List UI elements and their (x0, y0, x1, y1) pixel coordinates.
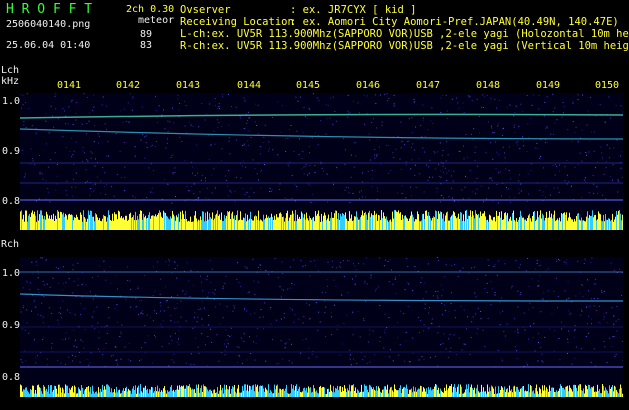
lch-ytick-1: 1.0 (2, 96, 21, 107)
rch-ytick-3: 0.8 (2, 372, 21, 383)
lch-label: Lch (1, 65, 20, 76)
event-type-label: meteor (138, 15, 175, 26)
observer-value: : ex. JR7CYX [ kid ] (290, 4, 417, 16)
carrier-line (20, 128, 623, 140)
location-label: Receiving Location (180, 16, 294, 28)
time-tick: 0147 (416, 80, 441, 91)
app-title: H R O F F T (6, 2, 93, 17)
observer-label: Ovserver (180, 4, 231, 16)
time-tick: 0143 (176, 80, 201, 91)
time-tick: 0148 (476, 80, 501, 91)
hroff-display: H R O F F T 2ch 0.30 meteor 2506040140.p… (0, 0, 629, 410)
time-tick: 0142 (116, 80, 141, 91)
rch-info: R-ch:ex. UV5R 113.900Mhz(SAPPORO VOR)USB… (180, 40, 629, 52)
amplitude-bars (20, 384, 623, 397)
filename-label: 2506040140.png (6, 19, 91, 30)
time-tick: 0149 (536, 80, 561, 91)
lch-unit-label: kHz (1, 76, 20, 87)
rch-ytick-2: 0.9 (2, 320, 21, 331)
noise-layer (20, 257, 623, 368)
carrier-line (20, 293, 623, 302)
amplitude-bars (20, 210, 623, 230)
time-tick: 0150 (595, 80, 620, 91)
mode-label: 2ch 0.30 (126, 4, 175, 15)
time-tick: 0144 (237, 80, 262, 91)
rch-label: Rch (1, 239, 20, 250)
rch-spectrogram (20, 257, 623, 397)
lch-info: L-ch:ex. UV5R 113.900Mhz(SAPPORO VOR)USB… (180, 28, 629, 40)
rch-spectrogram-canvas (20, 257, 623, 397)
datetime-label: 25.06.04 01:40 (6, 40, 91, 51)
time-tick: 0146 (356, 80, 381, 91)
lch-spectrogram (20, 93, 623, 230)
location-value: : ex. Aomori City Aomori-Pref.JAPAN(40.4… (290, 16, 619, 28)
lch-spectrogram-canvas (20, 93, 623, 230)
rch-ytick-1: 1.0 (2, 268, 21, 279)
time-tick: 0141 (57, 80, 82, 91)
lch-count: 89 (140, 29, 153, 40)
carrier-line (20, 113, 623, 119)
lch-ytick-3: 0.8 (2, 196, 21, 207)
noise-layer (20, 93, 623, 204)
rch-count: 83 (140, 40, 153, 51)
lch-ytick-2: 0.9 (2, 146, 21, 157)
time-tick: 0145 (296, 80, 321, 91)
